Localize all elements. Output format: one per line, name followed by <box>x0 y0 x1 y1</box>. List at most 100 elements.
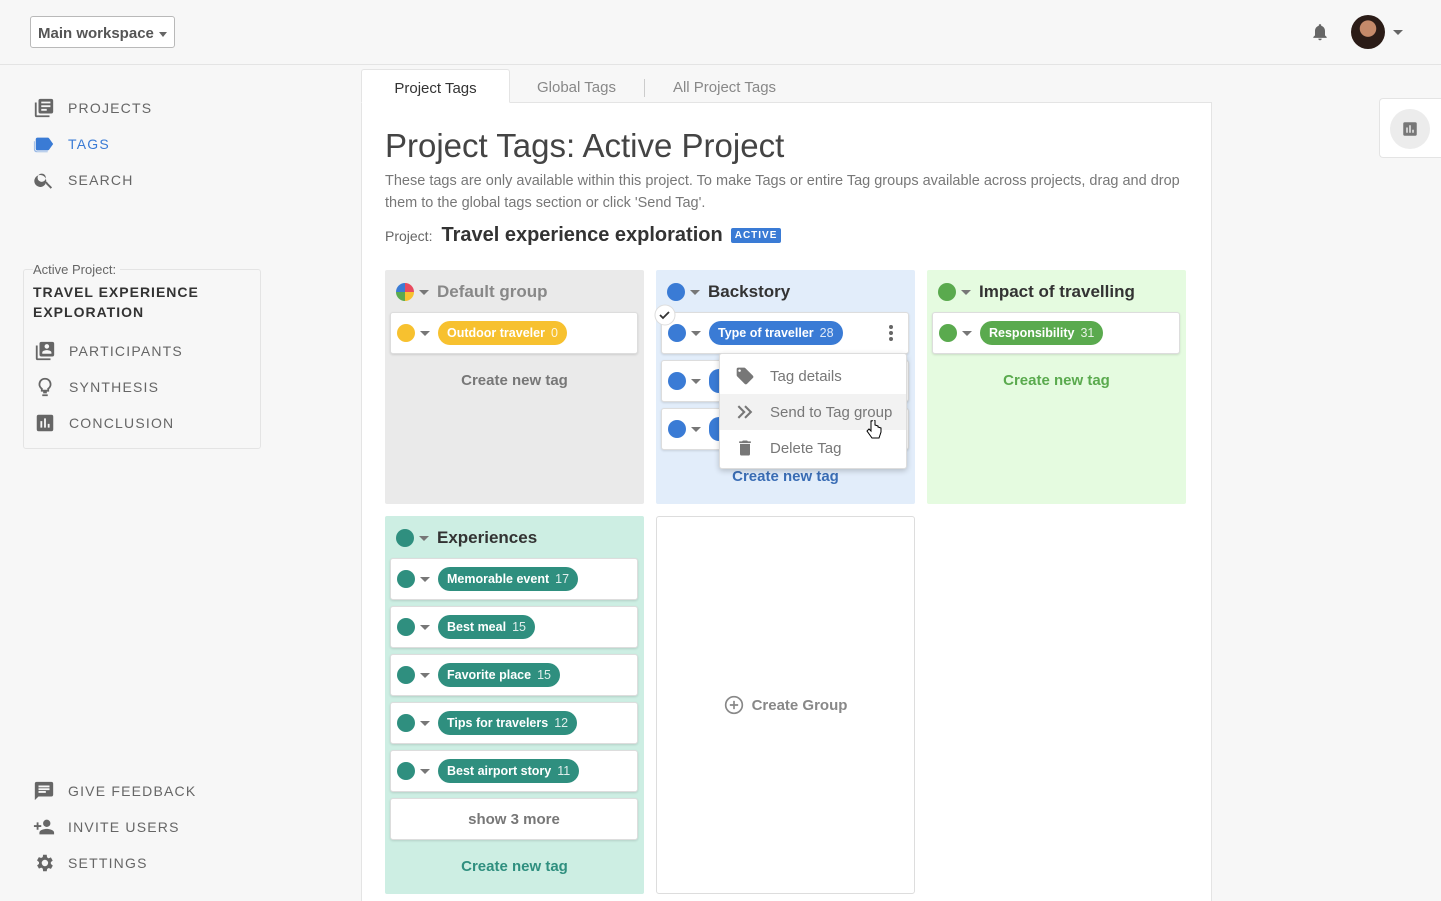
page-title: Project Tags: Active Project <box>385 127 785 164</box>
sidebar-item-label: SETTINGS <box>68 855 148 871</box>
tag-group-default[interactable]: Default group Outdoor traveler 0 Create n… <box>385 270 644 504</box>
chevron-down-icon[interactable] <box>420 330 430 336</box>
tag-pill[interactable]: Responsibility 31 <box>980 321 1104 345</box>
group-color-picker[interactable] <box>396 283 414 301</box>
project-name: Travel experience exploration <box>441 224 723 246</box>
chart-icon <box>1403 122 1417 136</box>
menu-item-label: Tag details <box>770 367 842 385</box>
chevron-down-icon[interactable] <box>1393 30 1403 35</box>
group-header: Backstory <box>667 282 790 302</box>
sidebar-item-projects[interactable]: PROJECTS <box>33 97 152 119</box>
tag-pill[interactable]: Tips for travelers 12 <box>438 711 578 735</box>
tag-color-picker[interactable] <box>397 324 415 342</box>
tab-global-tags[interactable]: Global Tags <box>537 69 616 103</box>
tag-label: Best airport story <box>447 764 552 778</box>
tag-row[interactable]: Responsibility 31 <box>932 312 1180 354</box>
lightbulb-icon <box>38 377 52 397</box>
tag-color-picker[interactable] <box>668 324 686 342</box>
tag-count: 31 <box>1080 326 1095 340</box>
group-name[interactable]: Backstory <box>708 282 790 302</box>
tag-pill[interactable]: Best meal 15 <box>438 615 535 639</box>
sidebar-item-label: GIVE FEEDBACK <box>68 783 197 799</box>
sidebar-item-participants[interactable]: PARTICIPANTS <box>34 340 183 362</box>
tag-color-picker[interactable] <box>668 420 686 438</box>
create-tag-button[interactable]: Create new tag <box>927 372 1186 389</box>
group-name[interactable]: Default group <box>437 282 548 302</box>
create-tag-button[interactable]: Create new tag <box>385 858 644 875</box>
chevron-down-icon[interactable] <box>420 720 430 726</box>
chevron-down-icon[interactable] <box>420 672 430 678</box>
sidebar-item-label: INVITE USERS <box>68 819 180 835</box>
tag-color-picker[interactable] <box>397 666 415 684</box>
tag-pill[interactable]: Best airport story 11 <box>438 759 580 783</box>
create-tag-button[interactable]: Create new tag <box>385 372 644 389</box>
tag-color-picker[interactable] <box>397 714 415 732</box>
tag-row[interactable]: Outdoor traveler 0 <box>390 312 638 354</box>
chevron-down-icon[interactable] <box>419 289 429 295</box>
tab-project-tags[interactable]: Project Tags <box>361 69 510 103</box>
workspace-selector[interactable]: Main workspace <box>30 16 175 48</box>
chevron-down-icon[interactable] <box>691 378 701 384</box>
avatar[interactable] <box>1351 15 1385 49</box>
chevron-down-icon[interactable] <box>962 330 972 336</box>
tag-color-picker[interactable] <box>397 762 415 780</box>
chevron-down-icon[interactable] <box>420 768 430 774</box>
tag-label: Favorite place <box>447 668 532 682</box>
show-more-button[interactable]: show 3 more <box>390 798 638 840</box>
tag-row[interactable]: Type of traveller 28 <box>661 312 909 354</box>
top-bar: Main workspace <box>0 0 1441 65</box>
double-chevron-right-icon <box>737 405 753 419</box>
create-group-button[interactable]: Create Group <box>656 516 915 894</box>
tag-icon <box>736 367 754 385</box>
tag-color-picker[interactable] <box>939 324 957 342</box>
tag-color-picker[interactable] <box>397 618 415 636</box>
tag-row[interactable]: Best airport story 11 <box>390 750 638 792</box>
sidebar-item-synthesis[interactable]: SYNTHESIS <box>34 376 159 398</box>
tag-count: 15 <box>537 668 551 682</box>
sidebar-item-tags[interactable]: TAGS <box>33 133 110 155</box>
tag-color-picker[interactable] <box>668 372 686 390</box>
tag-group-experiences[interactable]: Experiences Memorable event 17 Best meal 1… <box>385 516 644 894</box>
side-panel-toggle[interactable] <box>1379 98 1441 158</box>
group-name[interactable]: Impact of travelling <box>979 282 1135 302</box>
tag-group-impact[interactable]: Impact of travelling Responsibility 31 Cr… <box>927 270 1186 504</box>
chevron-down-icon[interactable] <box>419 535 429 541</box>
tag-row[interactable]: Best meal 15 <box>390 606 638 648</box>
group-color-picker[interactable] <box>667 283 685 301</box>
chevron-down-icon[interactable] <box>691 330 701 336</box>
sidebar-item-invite-users[interactable]: INVITE USERS <box>33 816 180 838</box>
tag-pill[interactable]: Favorite place 15 <box>438 663 560 687</box>
project-line: Project: Travel experience exploration A… <box>385 224 782 247</box>
menu-item-tag-details[interactable]: Tag details <box>720 358 906 394</box>
more-vert-icon[interactable] <box>886 324 896 342</box>
sidebar-item-settings[interactable]: SETTINGS <box>33 852 148 874</box>
chevron-down-icon[interactable] <box>961 289 971 295</box>
tab-all-project-tags[interactable]: All Project Tags <box>673 69 776 103</box>
tag-pill[interactable]: Memorable event 17 <box>438 567 579 591</box>
tag-pill[interactable]: Outdoor traveler 0 <box>438 321 567 345</box>
search-icon <box>34 173 53 189</box>
sidebar-item-search[interactable]: SEARCH <box>33 169 134 191</box>
chevron-down-icon[interactable] <box>691 426 701 432</box>
chevron-down-icon[interactable] <box>420 624 430 630</box>
group-color-picker[interactable] <box>938 283 956 301</box>
sidebar-item-conclusion[interactable]: CONCLUSION <box>34 412 174 434</box>
chevron-down-icon[interactable] <box>690 289 700 295</box>
tag-label: Tips for travelers <box>447 716 549 730</box>
active-project-name[interactable]: TRAVEL EXPERIENCE EXPLORATION <box>33 282 233 322</box>
sidebar-item-label: TAGS <box>68 136 110 152</box>
tag-row[interactable]: Favorite place 15 <box>390 654 638 696</box>
tag-row[interactable]: Tips for travelers 12 <box>390 702 638 744</box>
bell-icon[interactable] <box>1310 22 1330 42</box>
check-icon[interactable] <box>654 304 676 326</box>
tag-row[interactable]: Memorable event 17 <box>390 558 638 600</box>
add-circle-icon <box>724 695 743 715</box>
tag-color-picker[interactable] <box>397 570 415 588</box>
group-color-picker[interactable] <box>396 529 414 547</box>
create-tag-button[interactable]: Create new tag <box>656 468 915 485</box>
tag-label: Best meal <box>447 620 507 634</box>
sidebar-item-give-feedback[interactable]: GIVE FEEDBACK <box>33 780 196 802</box>
group-name[interactable]: Experiences <box>437 528 537 548</box>
chevron-down-icon[interactable] <box>420 576 430 582</box>
tag-pill[interactable]: Type of traveller 28 <box>709 321 843 345</box>
